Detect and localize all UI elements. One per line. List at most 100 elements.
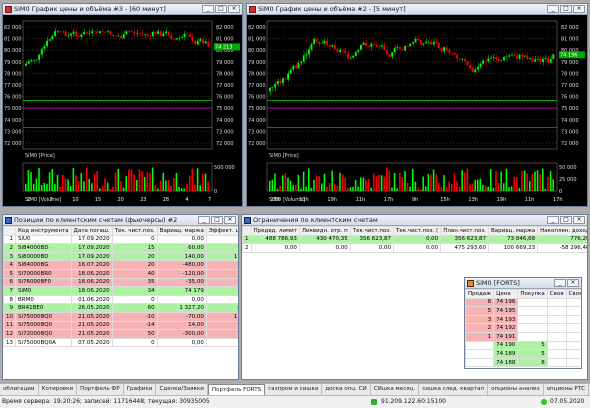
column-header[interactable]: Тек.чист.поз. xyxy=(349,226,395,236)
tab-4[interactable]: Графики xyxy=(124,384,157,395)
minimize-button[interactable]: _ xyxy=(198,216,210,224)
table-row[interactable]: 11Si75000BQ021.05.2020-1414,00507-1 988,… xyxy=(3,320,238,331)
table-row[interactable]: 2 0,00 0,00 0,00 0,00 475 293,60 100 669,23 -58… xyxy=(242,243,587,253)
tab-5[interactable]: Сделки/Заявки xyxy=(156,384,208,395)
tab-3[interactable]: Портфель ФР xyxy=(77,384,124,395)
tab-10[interactable]: сишка след. квартал xyxy=(419,384,489,395)
tab-6[interactable]: Портфель FORTS xyxy=(207,384,266,395)
table-row[interactable]: 2Si84000BD17.09.20201560,00961-2 085,00 xyxy=(3,243,238,253)
titlebar[interactable]: SiM0 График цены и объёма #2 - [5 минут]… xyxy=(247,4,587,15)
column-header[interactable]: Продаж xyxy=(465,289,495,299)
column-header[interactable]: Своя xyxy=(565,289,581,299)
column-header[interactable]: План.чист.поз. xyxy=(440,226,489,236)
price-volume-chart[interactable]: 82 000 82 00081 000 81 00080 000 80 00079 0… xyxy=(247,15,587,206)
table-cell: Si75000BQ0 xyxy=(15,311,72,322)
table-row[interactable]: 10Si75000BQ021.05.2020-10-70,001 897-4 8… xyxy=(3,311,238,322)
table-cell: 21.05.2020 xyxy=(70,329,113,339)
table-row[interactable]: 5Si70000BR018.06.202040-120,00308-12 300… xyxy=(3,268,238,279)
orderbook-row[interactable]: 74 188 8 xyxy=(465,357,581,368)
candle-body xyxy=(25,63,27,66)
candle-body xyxy=(83,32,85,35)
positions-table[interactable]: Код инструмента Дата погаш. Тек. чист.поз.… xyxy=(3,226,238,348)
maximize-button[interactable]: □ xyxy=(560,5,572,13)
column-header[interactable]: Тек.чист.поз. ( xyxy=(393,226,442,236)
candle-body xyxy=(349,57,352,59)
table-row[interactable]: 1 488 786,93 430 470,35 356 623,87 0,00 356 6… xyxy=(242,234,587,245)
column-header[interactable]: Вариац. маржа xyxy=(156,226,207,236)
limits-table[interactable]: Предвд. лимит Ликвидн. отр. п Тек.чист.поз… xyxy=(242,226,587,253)
price-volume-chart[interactable]: 82 000 82 00081 000 81 00080 000 80 00079 0… xyxy=(3,15,242,206)
candle-body xyxy=(542,58,544,63)
volume-bar xyxy=(136,180,138,191)
chart-window-5m[interactable]: SiM0 График цены и объёма #2 - [5 минут]… xyxy=(246,3,588,207)
tab-12[interactable]: опционы РТС xyxy=(544,384,590,395)
minimize-button[interactable]: _ xyxy=(547,5,559,13)
column-header[interactable]: Покупка xyxy=(517,289,548,299)
candle-body xyxy=(180,37,183,38)
orderbook-row[interactable]: 8 74 196 xyxy=(465,297,581,308)
candle-body xyxy=(391,52,394,57)
minimize-button[interactable]: _ xyxy=(202,5,214,13)
orderbook-row[interactable]: 3 74 193 xyxy=(465,314,581,325)
orderbook-row[interactable]: 5 74 195 xyxy=(465,306,581,316)
tab-9[interactable]: СИшка месяц. xyxy=(371,384,420,395)
last-price-label: 74 213 xyxy=(215,44,233,50)
column-header[interactable]: Вариац. маржа xyxy=(487,226,539,236)
titlebar[interactable]: Ограничения по клиентским счетам _ □ × xyxy=(242,215,587,226)
orderbook-row[interactable]: 1 74 191 xyxy=(465,331,581,342)
candle-body xyxy=(300,61,303,63)
titlebar[interactable]: SiM0 График цены и объёма #3 - [60 минут… xyxy=(3,4,242,15)
orderbook-cell xyxy=(565,297,581,308)
orderbook-row[interactable]: 74 189 5 xyxy=(465,349,581,359)
candle-body xyxy=(331,44,334,47)
orderbook-row[interactable]: 74 190 5 xyxy=(465,340,581,351)
chart-window-60m[interactable]: SiM0 График цены и объёма #3 - [60 минут… xyxy=(2,3,243,207)
table-row[interactable]: 13Si75000BQ0A07.05.202000,0006 280,00 xyxy=(3,337,238,348)
tab-11[interactable]: опционы анализ xyxy=(488,384,544,395)
table-row[interactable]: 3Si80000BD17.09.202020140,001 565-4 940,… xyxy=(3,251,238,262)
candle-body xyxy=(159,31,162,37)
titlebar[interactable]: SiM0 [FORTS] _ × xyxy=(465,278,581,289)
table-row[interactable]: 1SiU017.09.202000,0000,00 xyxy=(3,234,238,245)
column-header[interactable]: Накоплен. доход xyxy=(537,226,587,236)
column-header[interactable]: Предвд. лимит xyxy=(250,226,300,236)
orderbook-row[interactable]: 2 74 192 xyxy=(465,323,581,333)
column-header[interactable]: Цена xyxy=(493,289,519,299)
minimize-button[interactable]: _ xyxy=(554,279,566,287)
table-row[interactable]: 12Si72000BQ021.05.202050-300,002593 050,… xyxy=(3,329,238,339)
close-button[interactable]: × xyxy=(224,216,236,224)
tab-1[interactable]: облигации xyxy=(0,384,39,395)
orderbook-cell xyxy=(517,331,548,342)
table-cell: -10 xyxy=(111,311,158,322)
column-header[interactable]: Своя xyxy=(546,289,567,299)
volume-bar xyxy=(323,173,326,191)
maximize-button[interactable]: □ xyxy=(211,216,223,224)
tab-8[interactable]: доска опц. СИ xyxy=(322,384,371,395)
titlebar[interactable]: Позиции по клиентским счетам (фьючерсы) … xyxy=(3,215,238,226)
column-header[interactable]: Тек. чист.поз. xyxy=(111,226,158,236)
volume-bar xyxy=(510,186,513,191)
orderbook-window[interactable]: SiM0 [FORTS] _ × Продаж Цена Покупка Своя Сво… xyxy=(464,277,582,369)
tab-2[interactable]: Котировки xyxy=(39,384,78,395)
orderbook-table[interactable]: Продаж Цена Покупка Своя Своя 8 74 196 5 74 195 3… xyxy=(465,289,581,368)
table-row[interactable]: 9BR41BE026.05.2020601 327,200,344 431,60 xyxy=(3,303,238,313)
column-header[interactable]: Код инструмента xyxy=(15,226,72,236)
close-button[interactable]: × xyxy=(228,5,240,13)
column-header[interactable]: Ликвидн. отр. п xyxy=(298,226,351,236)
workspace-tabs: облигации Котировки Портфель ФР Графики Сдел… xyxy=(0,383,590,395)
table-row[interactable]: 7SiM018.06.20203474 179-52 900,00 xyxy=(3,286,238,296)
tab-7[interactable]: газпром и сишка xyxy=(265,384,323,395)
close-button[interactable]: × xyxy=(567,279,579,287)
volume-bar xyxy=(204,173,207,191)
positions-window[interactable]: Позиции по клиентским счетам (фьючерсы) … xyxy=(2,214,239,380)
column-header[interactable]: Эффект. цена xyxy=(205,226,238,236)
maximize-button[interactable]: □ xyxy=(560,216,572,224)
column-header[interactable]: Дата погаш. xyxy=(70,226,113,236)
maximize-button[interactable]: □ xyxy=(215,5,227,13)
table-row[interactable]: 4Si84000BG16.07.202020-480,00521-2 280,0… xyxy=(3,260,238,270)
close-button[interactable]: × xyxy=(573,5,585,13)
close-button[interactable]: × xyxy=(573,216,585,224)
minimize-button[interactable]: _ xyxy=(547,216,559,224)
table-row[interactable]: 8BRM001.06.202000,0000,00 xyxy=(3,294,238,305)
table-row[interactable]: 6Si76000BF018.06.202035-35,00495-6 405,0… xyxy=(3,277,238,288)
